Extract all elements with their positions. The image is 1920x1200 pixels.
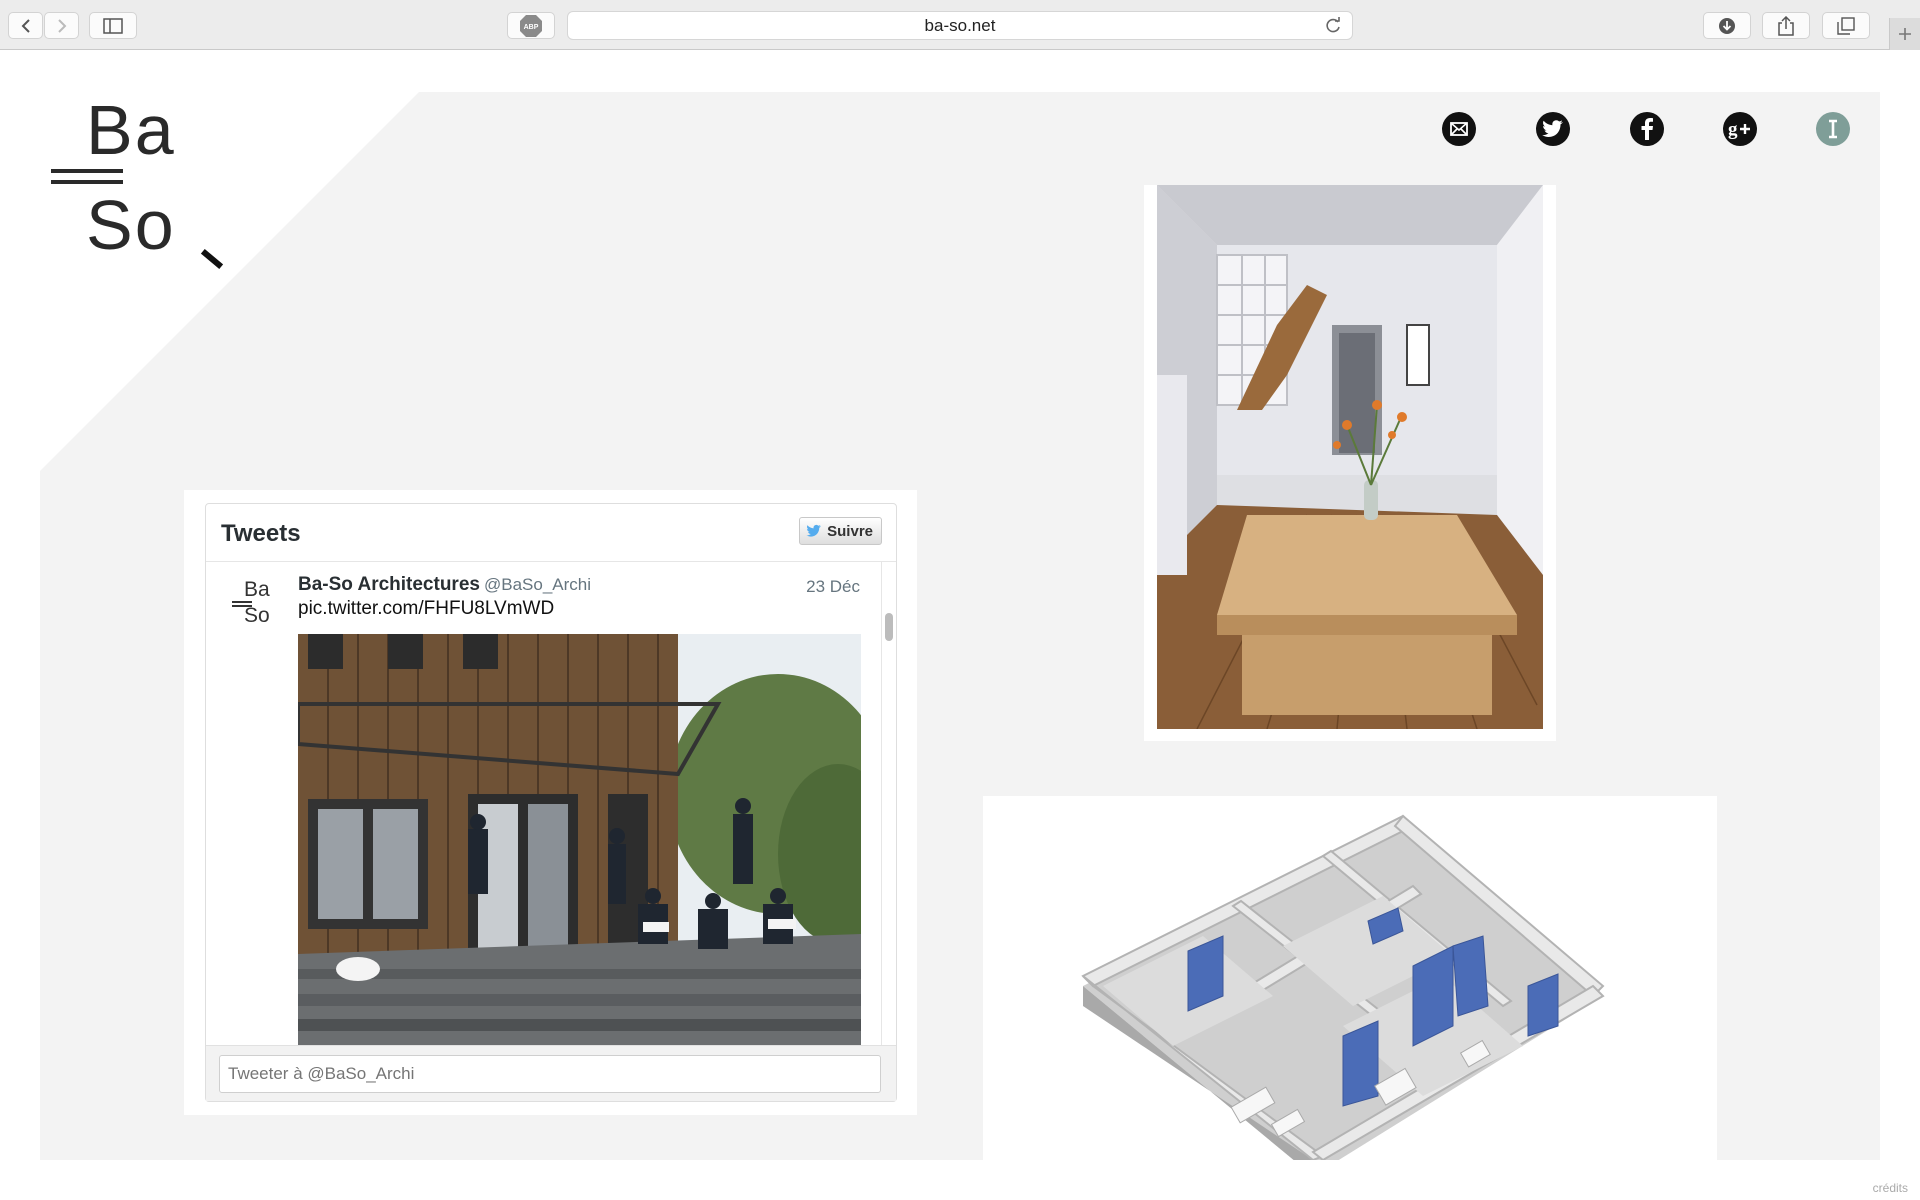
avatar[interactable]: Ba So [232, 579, 270, 631]
logo-bottom: So [86, 186, 176, 264]
logo-top: Ba [86, 91, 176, 169]
author-name[interactable]: Ba-So Architectures [298, 574, 480, 595]
mail-link[interactable] [1442, 112, 1476, 146]
info-icon [1829, 119, 1837, 139]
logo-bar [51, 180, 123, 184]
avatar-top: Ba [244, 578, 270, 601]
timeline-scrollbar[interactable] [881, 561, 894, 1048]
url-text: ba-so.net [924, 16, 996, 35]
google-plus-link[interactable]: g [1723, 112, 1757, 146]
facebook-icon [1641, 118, 1653, 140]
sidebar-button[interactable] [89, 12, 137, 39]
svg-text:g: g [1728, 119, 1738, 140]
twitter-timeline: Tweets Suivre Ba So Ba-So Architectures @… [205, 503, 897, 1102]
new-tab-button[interactable] [1889, 18, 1920, 50]
tabs-button[interactable] [1822, 12, 1870, 39]
tabs-icon [1837, 16, 1855, 35]
credits-link[interactable]: crédits [1873, 1181, 1908, 1195]
floor-plan-image[interactable] [983, 796, 1717, 1160]
forward-button[interactable] [44, 12, 79, 39]
timeline-title: Tweets [221, 520, 301, 547]
adblock-icon: ABP [520, 14, 542, 37]
site-logo[interactable]: Ba So [46, 91, 176, 260]
follow-label: Suivre [827, 522, 873, 540]
share-icon [1778, 15, 1794, 36]
downloads-button[interactable] [1703, 12, 1751, 39]
adblock-button[interactable]: ABP [507, 12, 555, 39]
twitter-bird-icon [806, 524, 822, 537]
back-button[interactable] [8, 12, 43, 39]
google-plus-icon: g [1728, 119, 1750, 140]
tweet-photo[interactable] [298, 634, 861, 1048]
logo-bar [51, 169, 123, 173]
facebook-link[interactable] [1630, 112, 1664, 146]
plus-icon [1899, 28, 1911, 40]
timeline-header: Tweets Suivre [206, 504, 896, 562]
download-icon [1719, 17, 1735, 34]
chevron-right-icon [57, 18, 66, 33]
chevron-left-icon [21, 18, 30, 33]
twitter-link[interactable] [1536, 112, 1570, 146]
scroll-thumb[interactable] [885, 613, 893, 641]
follow-button[interactable]: Suivre [799, 517, 882, 545]
interior-photo [1157, 185, 1543, 729]
avatar-bar [232, 601, 252, 603]
compose-tweet-input[interactable] [219, 1055, 881, 1093]
adblock-label: ABP [524, 24, 539, 31]
share-button[interactable] [1762, 12, 1810, 39]
address-bar[interactable]: ba-so.net [567, 11, 1353, 40]
compose-area [206, 1045, 896, 1101]
browser-toolbar: ABP ba-so.net [0, 0, 1920, 50]
timeline-body: Ba So Ba-So Architectures @BaSo_Archi 23 … [206, 561, 896, 1048]
avatar-bottom: So [244, 604, 270, 627]
reload-icon[interactable] [1324, 17, 1342, 35]
tweet-author[interactable]: Ba-So Architectures @BaSo_Archi [298, 574, 591, 596]
info-link[interactable] [1816, 112, 1850, 146]
floor-plan-drawing [983, 796, 1717, 1160]
tweet-link[interactable]: pic.twitter.com/FHFU8LVmWD [298, 598, 554, 620]
author-handle[interactable]: @BaSo_Archi [484, 575, 591, 594]
interior-photo-frame[interactable] [1144, 185, 1556, 741]
mail-icon [1450, 122, 1468, 136]
sidebar-icon [103, 17, 123, 34]
tweet-date[interactable]: 23 Déc [806, 577, 860, 597]
twitter-icon [1542, 120, 1563, 137]
